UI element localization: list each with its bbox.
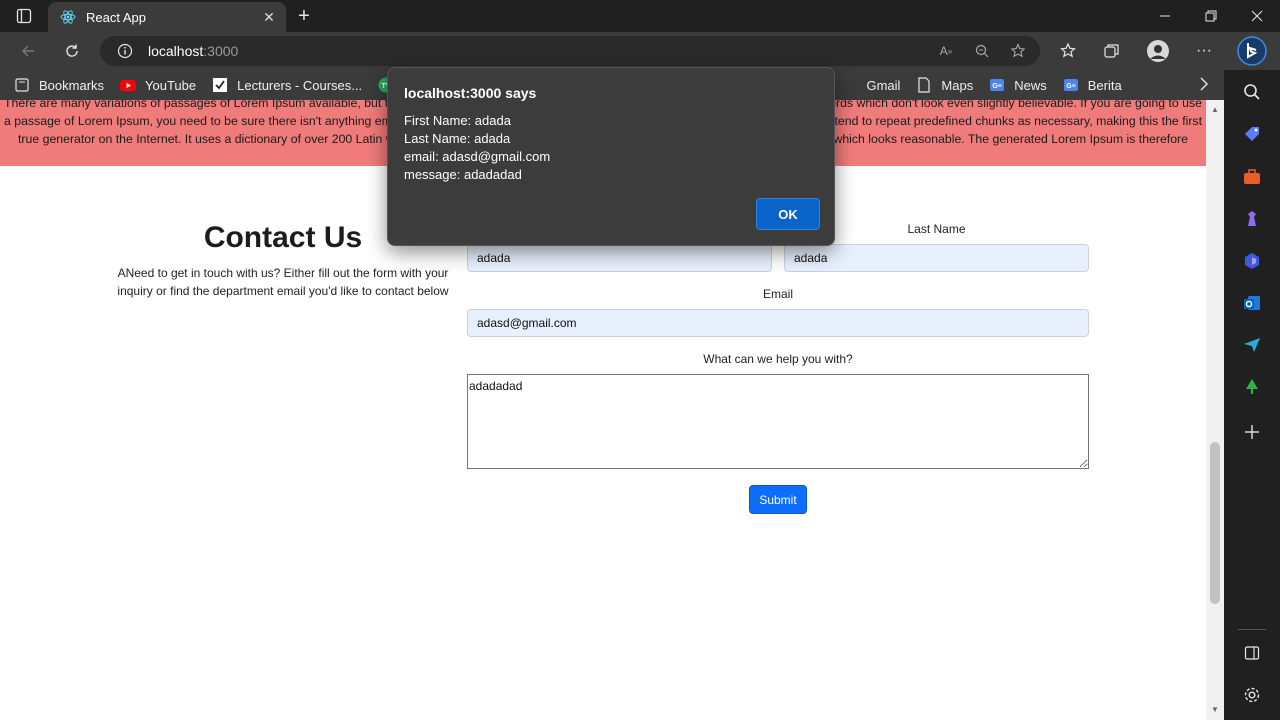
browser-toolbar: localhost:3000 A» ···	[0, 32, 1280, 70]
message-textarea[interactable]: adadadad	[467, 374, 1089, 469]
last-name-field[interactable]	[784, 244, 1089, 272]
add-icon[interactable]	[1240, 420, 1264, 444]
close-window-button[interactable]	[1234, 0, 1280, 32]
games-icon[interactable]	[1240, 207, 1264, 231]
browser-window: React App ✕ + localhost:3000 A» ··· Boo…	[0, 0, 1280, 720]
react-icon	[60, 9, 76, 25]
refresh-icon[interactable]	[58, 37, 86, 65]
outlook-icon[interactable]	[1240, 291, 1264, 315]
scroll-down-icon[interactable]: ▼	[1210, 704, 1220, 714]
bookmark-label: Maps	[941, 77, 974, 93]
url-port: :3000	[203, 43, 239, 59]
email-field[interactable]	[467, 309, 1089, 337]
tree-icon[interactable]	[1240, 375, 1264, 399]
bookmark-maps[interactable]: Maps	[916, 77, 973, 93]
dialog-message: message: adadadad	[404, 167, 522, 182]
banner-text: m which looks reasonable. The generated …	[819, 132, 1188, 146]
banner-text: et tend to repeat predefined chunks as n…	[820, 114, 1202, 128]
contact-description: ANeed to get in touch with us? Either fi…	[117, 266, 449, 298]
news-icon: G≡	[1063, 77, 1079, 93]
edge-sidebar	[1224, 70, 1280, 720]
message-label: What can we help you with?	[703, 352, 853, 366]
tab-react-app[interactable]: React App ✕	[48, 2, 286, 32]
add-favorite-icon[interactable]	[1002, 38, 1034, 64]
read-aloud-icon[interactable]: A»	[930, 38, 962, 64]
first-name-field[interactable]	[467, 244, 772, 272]
more-options-icon[interactable]: ···	[1190, 37, 1218, 65]
submit-button[interactable]: Submit	[749, 485, 807, 514]
svg-text:G≡: G≡	[992, 83, 1002, 90]
news-icon: G≡	[989, 77, 1005, 93]
bookmark-label: Bookmarks	[39, 77, 105, 93]
youtube-icon	[120, 77, 137, 93]
chevron-right-icon[interactable]	[1198, 76, 1210, 95]
bookmark-lecturers[interactable]: Lecturers - Courses...	[212, 77, 362, 93]
email-label: Email	[762, 287, 793, 301]
settings-gear-icon[interactable]	[1240, 683, 1264, 707]
bookmark-label: News	[1014, 77, 1047, 93]
bookmark-youtube[interactable]: YouTube	[120, 77, 196, 93]
address-bar-icons: A»	[930, 36, 1040, 66]
scrollbar-thumb[interactable]	[1210, 442, 1220, 604]
bookmark-bookmarks[interactable]: Bookmarks	[14, 77, 104, 93]
minimize-button[interactable]	[1142, 0, 1188, 32]
collections-icon[interactable]	[1098, 37, 1126, 65]
restore-button[interactable]	[1188, 0, 1234, 32]
folder-icon	[14, 77, 30, 93]
address-bar[interactable]: localhost:3000 A»	[100, 36, 1040, 66]
page-scrollbar[interactable]: ▲ ▼	[1206, 100, 1224, 720]
checkbox-icon	[212, 77, 228, 93]
bookmark-label: Gmail	[866, 77, 901, 93]
dialog-email: email: adasd@gmail.com	[404, 149, 551, 164]
dialog-last-name: Last Name: adada	[404, 131, 511, 146]
banner-text: a passage of Lorem Ipsum, you need to be…	[4, 114, 399, 128]
new-tab-button[interactable]: +	[292, 5, 316, 27]
sidebar-divider	[1238, 629, 1266, 630]
banner-text: ords which don't look even slightly beli…	[829, 100, 1202, 110]
tools-icon[interactable]	[1240, 165, 1264, 189]
scroll-up-icon[interactable]: ▲	[1210, 104, 1220, 114]
favorites-icon[interactable]	[1054, 37, 1082, 65]
dialog-first-name: First Name: adada	[404, 113, 511, 128]
bookmark-news[interactable]: G≡ News	[989, 77, 1047, 93]
bookmark-label: YouTube	[145, 77, 197, 93]
zoom-icon[interactable]	[966, 38, 998, 64]
tab-strip: React App ✕ +	[0, 0, 1280, 32]
info-icon[interactable]	[116, 42, 134, 60]
tab-title: React App	[86, 9, 146, 25]
page-icon	[916, 77, 932, 93]
bookmark-berita[interactable]: G≡ Berita	[1063, 77, 1122, 93]
bookmark-label: Lecturers - Courses...	[237, 77, 363, 93]
search-icon[interactable]	[1240, 80, 1264, 104]
sidebar-layout-icon[interactable]	[1240, 641, 1264, 665]
send-icon[interactable]	[1240, 333, 1264, 357]
shopping-icon[interactable]	[1240, 122, 1264, 146]
back-icon[interactable]	[14, 37, 42, 65]
close-tab-icon[interactable]: ✕	[260, 8, 278, 26]
banner-text: true generator on the Internet. It uses …	[18, 132, 395, 146]
url-host: localhost	[148, 43, 204, 59]
tab-actions-icon[interactable]	[8, 4, 40, 28]
svg-text:G≡: G≡	[1066, 83, 1076, 90]
banner-text: There are many variations of passages of…	[4, 100, 402, 110]
bookmark-gmail[interactable]: Gmail	[866, 78, 900, 93]
bookmark-label: Berita	[1087, 77, 1122, 93]
dialog-title: localhost:3000 says	[404, 85, 537, 101]
microsoft-365-icon[interactable]	[1240, 249, 1264, 273]
profile-avatar[interactable]	[1144, 37, 1172, 65]
copilot-icon[interactable]	[1236, 34, 1268, 68]
alert-dialog: localhost:3000 says First Name: adada La…	[387, 67, 835, 246]
ok-button[interactable]: OK	[756, 198, 820, 230]
